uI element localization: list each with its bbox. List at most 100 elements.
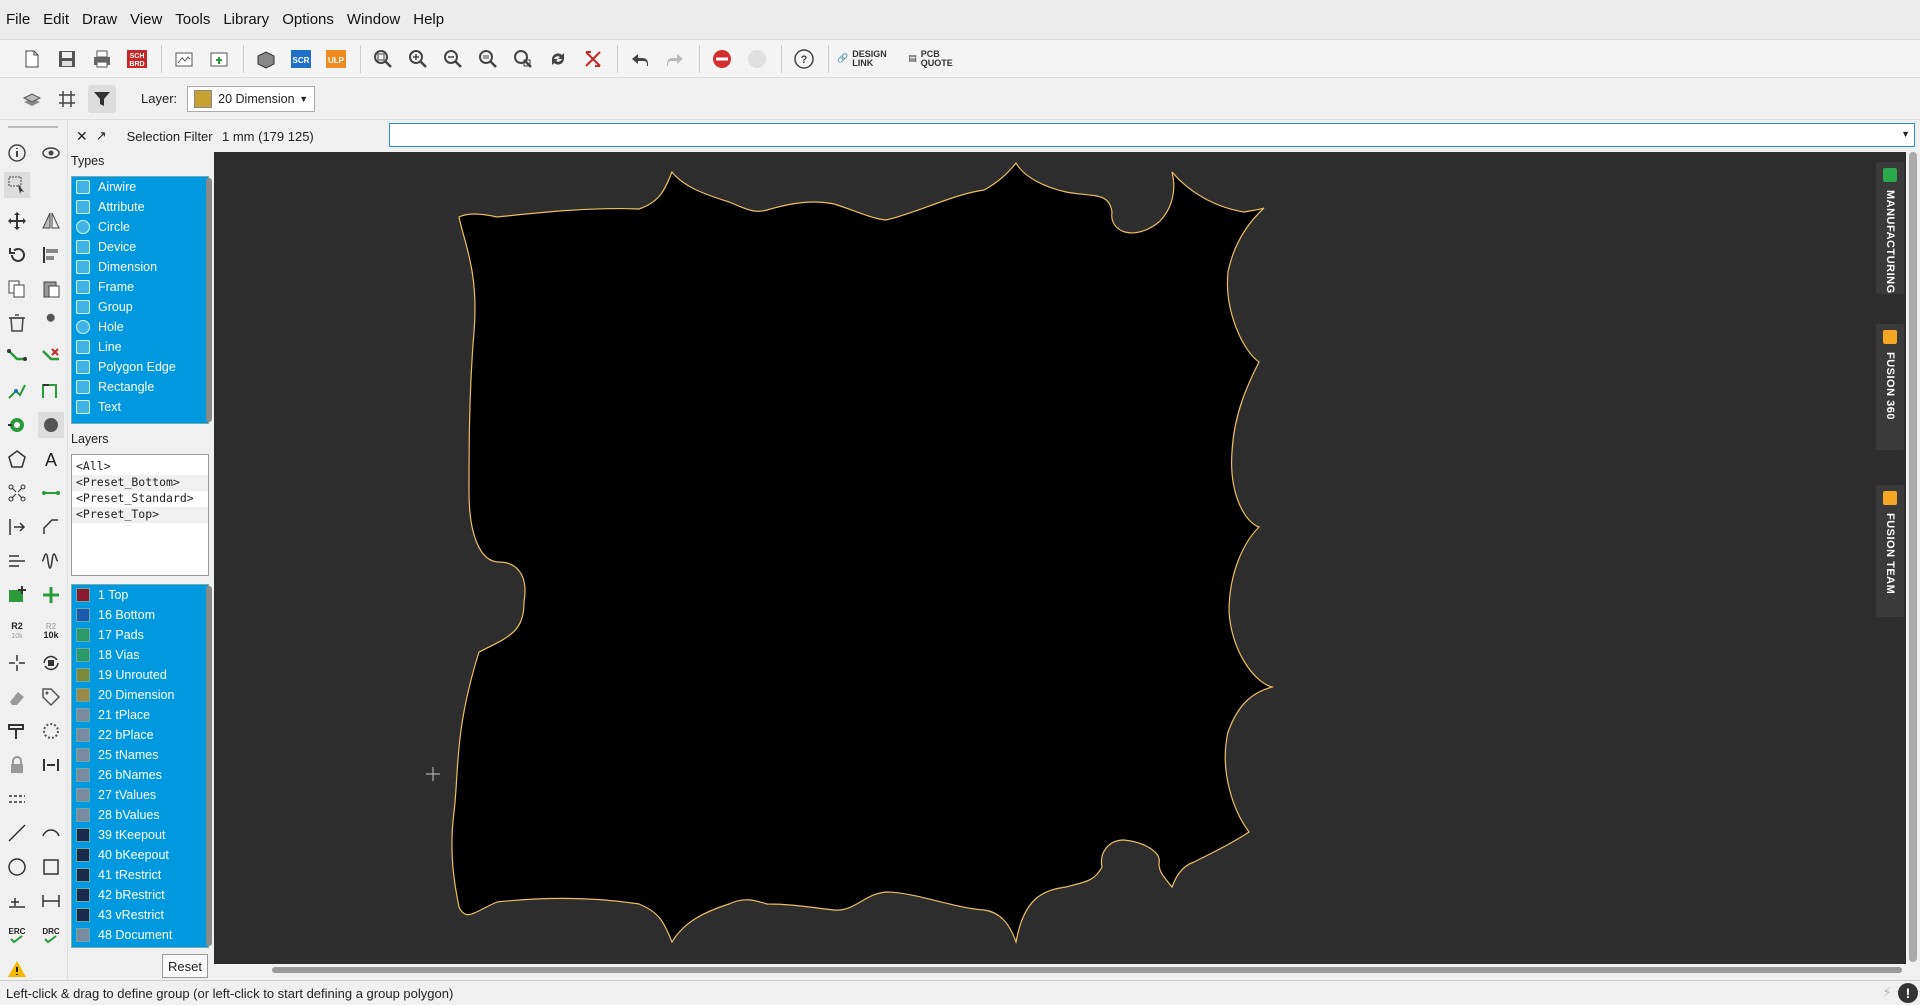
layer-item[interactable]: 27 tValues (72, 785, 208, 805)
name-r2-icon[interactable]: R2 10k (4, 616, 30, 642)
horizontal-scrollbar[interactable] (214, 964, 1906, 976)
grid-icon[interactable] (53, 85, 81, 113)
layer-item[interactable]: 40 bKeepout (72, 845, 208, 865)
type-item[interactable]: Group (72, 297, 208, 317)
miter-icon[interactable] (38, 514, 64, 540)
presets-list[interactable]: <All> <Preset_Bottom> <Preset_Standard> <Pr… (71, 454, 209, 576)
menu-options[interactable]: Options (282, 11, 334, 28)
info-icon[interactable] (4, 140, 30, 166)
preset-item[interactable]: <Preset_Standard> (72, 491, 208, 507)
undock-icon[interactable]: ↗ (96, 128, 107, 144)
layer-item[interactable]: 22 bPlace (72, 725, 208, 745)
menu-tools[interactable]: Tools (175, 11, 210, 28)
polygon-icon[interactable] (4, 446, 30, 472)
wave-icon[interactable] (38, 548, 64, 574)
split-icon[interactable] (4, 378, 30, 404)
smash-icon[interactable] (4, 650, 30, 676)
types-scrollbar[interactable] (206, 178, 212, 422)
sch-brd-switch-icon[interactable]: SCH BRD (123, 45, 151, 73)
split-line-icon[interactable] (4, 786, 30, 812)
group-select-icon[interactable] (4, 172, 30, 198)
hole-icon[interactable] (38, 412, 64, 438)
eraser-icon[interactable] (4, 684, 30, 710)
layer-item[interactable]: 20 Dimension (72, 685, 208, 705)
via-icon[interactable] (4, 412, 30, 438)
menu-help[interactable]: Help (413, 11, 444, 28)
ripup-icon[interactable] (38, 344, 64, 370)
script-icon[interactable]: SCR (287, 45, 315, 73)
close-icon[interactable]: ✕ (76, 128, 88, 145)
print-icon[interactable] (88, 45, 116, 73)
attribute-arrow-icon[interactable] (4, 514, 30, 540)
save-icon[interactable] (53, 45, 81, 73)
rotate-icon[interactable] (4, 242, 30, 268)
zoom-in-icon[interactable] (404, 45, 432, 73)
cam-icon[interactable] (170, 45, 198, 73)
layer-item[interactable]: 21 tPlace (72, 705, 208, 725)
layer-item[interactable]: 17 Pads (72, 625, 208, 645)
menu-draw[interactable]: Draw (82, 11, 117, 28)
type-item[interactable]: Text (72, 397, 208, 417)
meander-icon[interactable] (4, 548, 30, 574)
pcb-quote-button[interactable]: ▤ PCB QUOTE (908, 49, 953, 68)
move-icon[interactable] (4, 208, 30, 234)
value-10k-icon[interactable]: R2 10k (38, 616, 64, 642)
align-icon[interactable] (38, 242, 64, 268)
help-icon[interactable]: ? (790, 45, 818, 73)
export-icon[interactable] (205, 45, 233, 73)
layer-item[interactable]: 25 tNames (72, 745, 208, 765)
type-item[interactable]: Polygon Edge (72, 357, 208, 377)
type-item[interactable]: Frame (72, 277, 208, 297)
swap-icon[interactable] (38, 752, 64, 778)
types-list[interactable]: Airwire Attribute Circle Device Dimension Fra… (71, 176, 209, 424)
menu-library[interactable]: Library (223, 11, 269, 28)
type-item[interactable]: Airwire (72, 177, 208, 197)
rotate-dots-icon[interactable] (38, 718, 64, 744)
reset-button[interactable]: Reset (162, 954, 208, 978)
fusion-team-tab[interactable]: FUSION TEAM (1876, 485, 1904, 617)
add-green-icon[interactable] (38, 582, 64, 608)
redo-icon[interactable] (661, 45, 689, 73)
line-icon[interactable] (4, 820, 30, 846)
layer-item[interactable]: 48 Document (72, 925, 208, 945)
wire-icon[interactable] (38, 480, 64, 506)
menu-file[interactable]: File (6, 11, 30, 28)
mirror-icon[interactable] (38, 208, 64, 234)
command-input[interactable]: ▼ (389, 123, 1915, 147)
preset-item[interactable]: <All> (72, 459, 208, 475)
paste-icon[interactable] (38, 276, 64, 302)
layers-settings-icon[interactable] (18, 85, 46, 113)
layer-item[interactable]: 39 tKeepout (72, 825, 208, 845)
new-file-icon[interactable] (18, 45, 46, 73)
redraw-icon[interactable] (544, 45, 572, 73)
fusion360-tab[interactable]: FUSION 360 (1876, 324, 1904, 450)
optimize-icon[interactable] (38, 378, 64, 404)
type-item[interactable]: Hole (72, 317, 208, 337)
circle-icon[interactable] (4, 854, 30, 880)
type-item[interactable]: Circle (72, 217, 208, 237)
type-item[interactable]: Line (72, 337, 208, 357)
layer-item[interactable]: 19 Unrouted (72, 665, 208, 685)
route-icon[interactable] (4, 344, 30, 370)
copy-icon[interactable] (4, 276, 30, 302)
tag-icon[interactable] (38, 684, 64, 710)
layer-select[interactable]: 20 Dimension ▼ (187, 85, 316, 112)
layers-list[interactable]: 1 Top 16 Bottom 17 Pads 18 Vias 19 Unrouted 2… (71, 584, 209, 948)
replace-icon[interactable] (38, 650, 64, 676)
show-icon[interactable] (38, 140, 64, 166)
layers-scrollbar[interactable] (206, 586, 212, 946)
alert-icon[interactable]: ! (1898, 983, 1918, 1003)
add-part-icon[interactable] (4, 582, 30, 608)
ratsnest-icon[interactable] (579, 45, 607, 73)
menu-window[interactable]: Window (347, 11, 400, 28)
type-item[interactable]: Device (72, 237, 208, 257)
lock-icon[interactable] (4, 752, 30, 778)
layer-item[interactable]: 1 Top (72, 585, 208, 605)
mark-icon[interactable] (4, 888, 30, 914)
erc-icon[interactable]: ERC (4, 922, 30, 948)
zoom-out-icon[interactable] (439, 45, 467, 73)
ulp-icon[interactable]: ULP (322, 45, 350, 73)
arc-icon[interactable] (38, 820, 64, 846)
stop-icon[interactable] (708, 45, 736, 73)
rectangle-icon[interactable] (38, 854, 64, 880)
